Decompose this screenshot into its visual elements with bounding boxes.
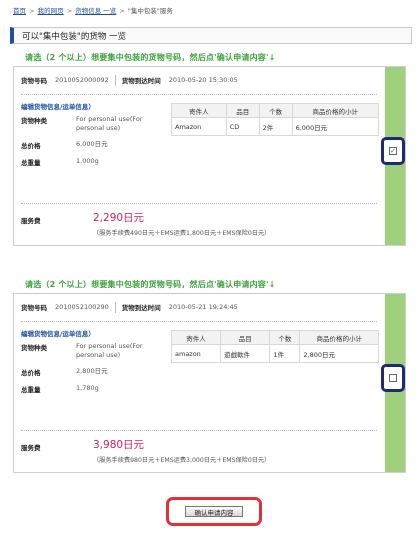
- instruction-text: 请选（2 个以上）想要集中包装的货物号码，然后点'确认申请内容'↓: [25, 52, 413, 66]
- breadcrumb-separator: >: [119, 7, 125, 15]
- breadcrumb-separator: >: [66, 7, 73, 15]
- cargo-no-label: 货物号码: [21, 304, 47, 312]
- column-header: 寄件人: [171, 103, 227, 118]
- total-price-label: 总价格: [21, 369, 41, 377]
- breadcrumb-shipment-link[interactable]: 货物信息 一览: [75, 7, 116, 15]
- table-header-row: 寄件人 品目 个数 商品价格的小计: [170, 330, 379, 345]
- arrival-time-label: 货物到达时间: [121, 304, 161, 312]
- divider: [114, 301, 116, 313]
- table-header-row: 寄件人 品目 个数 商品价格的小计: [171, 103, 380, 118]
- cargo-panel-2: 货物号码 2010052100290 货物到达时间 2010-05-21 19:…: [13, 293, 406, 473]
- sender-cell: Amazon: [171, 117, 227, 136]
- column-header: 商品价格的小计: [299, 330, 379, 345]
- breadcrumb-current: "集中包装"服务: [127, 7, 173, 15]
- cargo-panel-1: 货物号码 2010052000092 货物到达时间 2010-05-20 15:…: [13, 66, 406, 246]
- page-title: 可以"集中包装"的货物 一览: [10, 27, 412, 44]
- checkbox-highlight: [381, 364, 405, 392]
- confirm-application-button[interactable]: 确认申请内容: [185, 506, 243, 517]
- instruction-text: 请选（2 个以上）想要集中包装的货物号码，然后点'确认申请内容'↓: [25, 279, 413, 293]
- service-fee-label: 服务费: [21, 444, 41, 452]
- quantity-cell: 2件: [258, 117, 293, 136]
- column-header: 个数: [269, 330, 301, 345]
- sender-cell: amazon: [170, 344, 222, 363]
- select-checkbox-1[interactable]: ✓: [389, 147, 397, 155]
- column-header: 寄件人: [170, 330, 222, 345]
- service-fee-amount: 2,290日元: [93, 212, 145, 224]
- total-price-value: 6,000日元: [76, 140, 108, 148]
- column-header: 商品价格的小计: [291, 103, 380, 118]
- divider: [21, 203, 377, 204]
- category-cell: 遊戯軟件: [220, 344, 271, 363]
- cargo-no-value: 2010052100290: [55, 303, 109, 311]
- divider: [21, 321, 377, 322]
- column-header: 品目: [225, 103, 260, 118]
- cargo-type-label: 货物种类: [21, 344, 47, 352]
- edit-cargo-info-link[interactable]: 编辑货物信息/运单信息）: [21, 101, 166, 111]
- service-fee-label: 服务费: [21, 217, 41, 225]
- breadcrumb-mypage-link[interactable]: 我的网页: [38, 7, 64, 15]
- service-fee-amount: 3,980日元: [93, 439, 145, 451]
- page-title-text: 可以"集中包装"的货物 一览: [22, 31, 127, 42]
- arrival-time-value: 2010-05-20 15:30:05: [168, 76, 238, 84]
- cargo-no-value: 2010052000092: [55, 76, 109, 84]
- quantity-cell: 1件: [269, 344, 301, 363]
- divider: [21, 430, 377, 431]
- goods-table: 寄件人 品目 个数 商品价格的小计 amazon 遊戯軟件 1件 2,800日元: [170, 330, 379, 363]
- instruction-label: 请选（2 个以上）想要集中包装的货物号码，然后点'确认申请内容': [25, 53, 269, 62]
- subtotal-cell: 2,800日元: [299, 344, 379, 363]
- arrival-time-label: 货物到达时间: [121, 77, 161, 85]
- divider: [114, 74, 116, 86]
- total-price-label: 总价格: [21, 142, 41, 150]
- breadcrumb-home-link[interactable]: 首页: [13, 7, 26, 15]
- category-cell: CD: [225, 117, 260, 136]
- table-row: Amazon CD 2件 6,000日元: [171, 117, 380, 136]
- arrow-down-icon: ↓: [268, 280, 276, 289]
- total-weight-label: 总重量: [21, 159, 41, 167]
- column-header: 品目: [220, 330, 271, 345]
- table-row: amazon 遊戯軟件 1件 2,800日元: [170, 344, 379, 363]
- cargo-type-value: For personal use(For personal use): [76, 115, 143, 132]
- divider: [21, 94, 377, 95]
- edit-cargo-info-link[interactable]: 编辑货物信息/运单信息）: [21, 328, 166, 338]
- service-fee-detail: （服务手续费490日元＋EMS运费1,800日元＋EMS保险0日元）: [93, 230, 271, 237]
- cargo-type-value: For personal use(For personal use): [76, 342, 143, 359]
- service-fee-detail: （服务手续费980日元＋EMS运费3,000日元＋EMS保险0日元）: [93, 457, 271, 464]
- breadcrumb-separator: >: [29, 7, 35, 15]
- subtotal-cell: 6,000日元: [291, 117, 380, 136]
- breadcrumb: 首页 > 我的网页 > 货物信息 一览 > "集中包装"服务: [13, 5, 413, 15]
- cargo-no-label: 货物号码: [21, 77, 47, 85]
- total-weight-value: 1,780g: [76, 384, 99, 392]
- total-weight-label: 总重量: [21, 386, 41, 394]
- arrival-time-value: 2010-05-21 19:24:45: [168, 303, 238, 311]
- instruction-label: 请选（2 个以上）想要集中包装的货物号码，然后点'确认申请内容': [25, 280, 269, 289]
- confirm-button-highlight: 确认申请内容: [166, 497, 262, 526]
- arrow-down-icon: ↓: [268, 53, 276, 62]
- column-header: 个数: [258, 103, 293, 118]
- checkbox-highlight: ✓: [381, 137, 405, 165]
- select-checkbox-2[interactable]: [389, 374, 397, 382]
- cargo-type-label: 货物种类: [21, 117, 47, 125]
- total-price-value: 2,800日元: [76, 367, 108, 375]
- total-weight-value: 1,000g: [76, 157, 99, 165]
- goods-table: 寄件人 品目 个数 商品价格的小计 Amazon CD 2件 6,000日元: [171, 103, 380, 136]
